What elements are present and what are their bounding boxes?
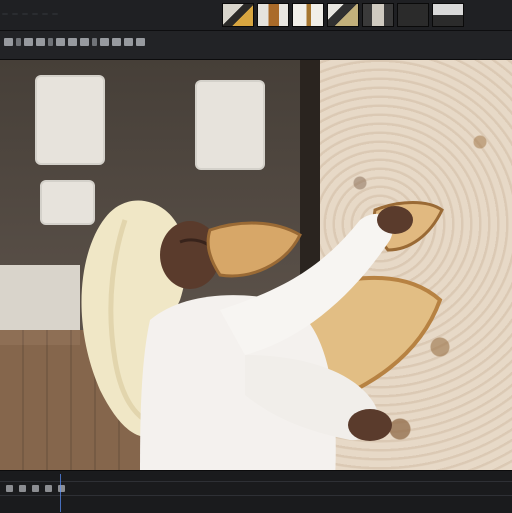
canvas-viewport[interactable] (0, 60, 512, 470)
lasso-tool-icon[interactable] (24, 38, 33, 46)
gradient-tool-icon[interactable] (92, 38, 97, 46)
shape-tool-icon[interactable] (112, 38, 121, 46)
document-thumbnails (222, 3, 464, 27)
play-icon[interactable] (6, 485, 13, 492)
document-thumb-7[interactable] (432, 3, 464, 27)
step-forward-icon[interactable] (45, 485, 52, 492)
tool-options-bar (0, 31, 512, 68)
image-editor-app (0, 0, 512, 513)
eraser-tool-icon[interactable] (68, 38, 77, 46)
menu-item-3[interactable] (22, 13, 28, 15)
tool-icons (4, 38, 145, 46)
document-thumb-4[interactable] (327, 3, 359, 27)
main-menu (2, 4, 58, 24)
document-thumb-5[interactable] (362, 3, 394, 27)
cabinet-1 (35, 75, 105, 165)
step-back-icon[interactable] (32, 485, 39, 492)
zoom-tool-icon[interactable] (136, 38, 145, 46)
eyedropper-tool-icon[interactable] (48, 38, 53, 46)
timeline-track-1 (0, 481, 512, 482)
text-tool-icon[interactable] (100, 38, 109, 46)
timeline-track-2 (0, 495, 512, 496)
move-tool-icon[interactable] (4, 38, 13, 46)
timeline-controls (6, 485, 65, 492)
canvas-image (0, 60, 512, 470)
clone-tool-icon[interactable] (80, 38, 89, 46)
menu-item-2[interactable] (12, 13, 18, 15)
timeline-panel (0, 470, 512, 513)
select-tool-icon[interactable] (16, 38, 21, 46)
timeline-playhead[interactable] (60, 474, 61, 512)
menu-item-4[interactable] (32, 13, 38, 15)
document-thumb-2[interactable] (257, 3, 289, 27)
menu-item-6[interactable] (52, 13, 58, 15)
hand-tool-icon[interactable] (124, 38, 133, 46)
brush-tool-icon[interactable] (56, 38, 65, 46)
document-thumb-1[interactable] (222, 3, 254, 27)
document-thumb-6[interactable] (397, 3, 429, 27)
cabinet-2 (195, 80, 265, 170)
crop-tool-icon[interactable] (36, 38, 45, 46)
pause-icon[interactable] (19, 485, 26, 492)
subject-figure (81, 200, 444, 470)
menu-item-5[interactable] (42, 13, 48, 15)
menu-item-1[interactable] (2, 13, 8, 15)
top-bar (0, 0, 512, 31)
document-thumb-3[interactable] (292, 3, 324, 27)
